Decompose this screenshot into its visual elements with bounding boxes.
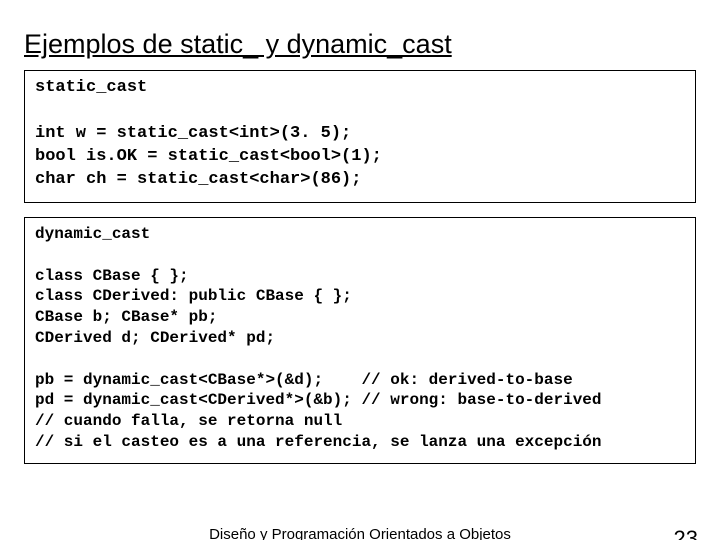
footer-text: Diseño y Programación Orientados a Objet… [0, 526, 720, 540]
dynamic-cast-box: dynamic_cast class CBase { }; class CDer… [24, 217, 696, 464]
slide: Ejemplos de static_ y dynamic_cast stati… [0, 0, 720, 540]
static-cast-box: static_cast int w = static_cast<int>(3. … [24, 70, 696, 203]
slide-title: Ejemplos de static_ y dynamic_cast [24, 28, 696, 60]
dynamic-cast-code-decls: class CBase { }; class CDerived: public … [35, 267, 352, 347]
page-number: 23 [674, 526, 698, 540]
dynamic-cast-header: dynamic_cast [35, 225, 150, 243]
static-cast-header: static_cast [35, 78, 147, 97]
dynamic-cast-code-examples: pb = dynamic_cast<CBase*>(&d); // ok: de… [35, 371, 602, 451]
static-cast-code: int w = static_cast<int>(3. 5); bool is.… [35, 124, 382, 189]
